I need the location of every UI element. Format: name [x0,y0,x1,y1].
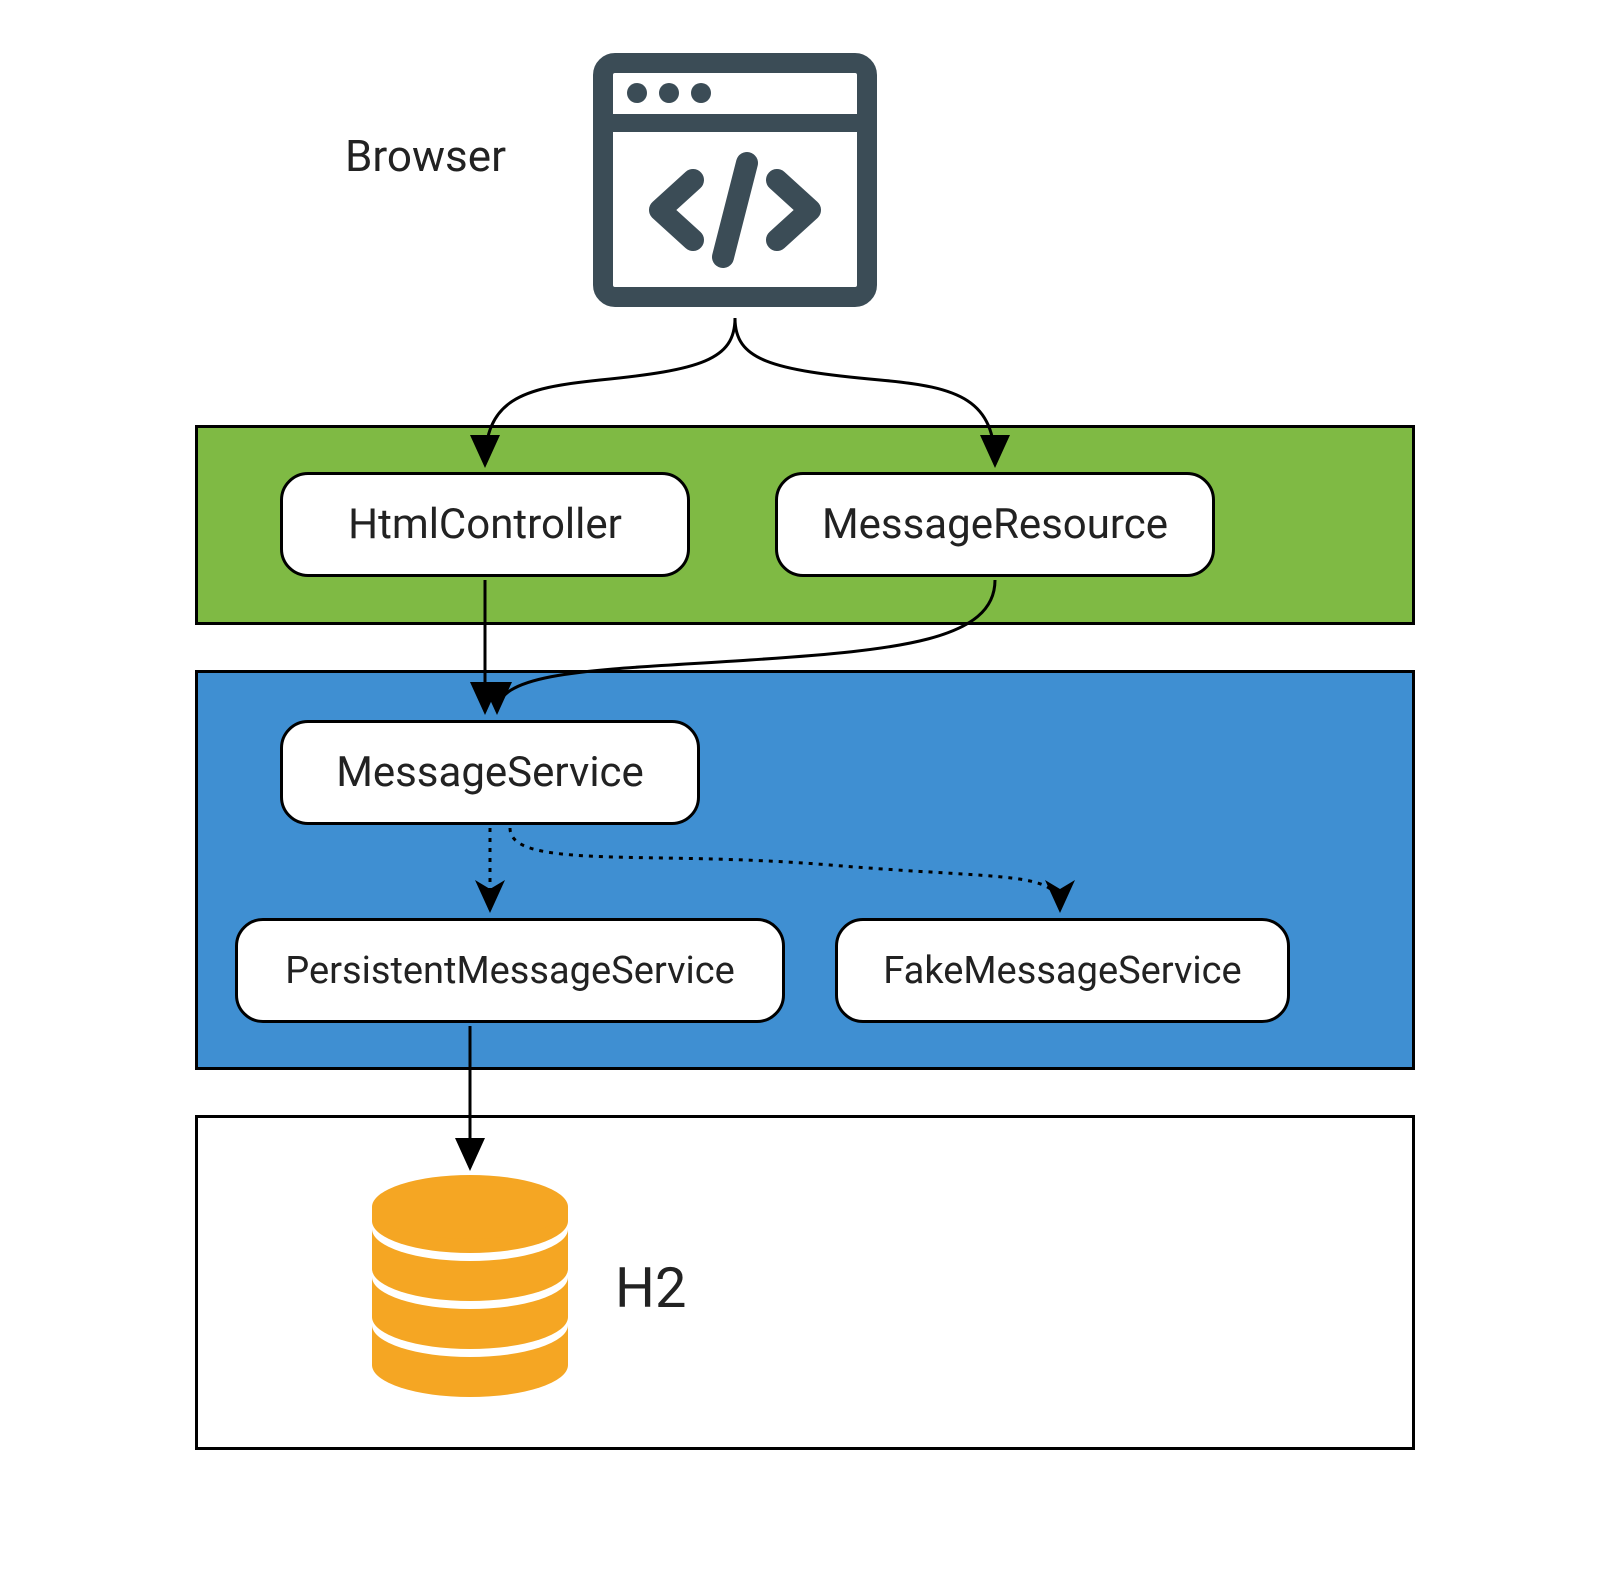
architecture-diagram: Browser HtmlController MessageResource M… [0,0,1600,1571]
database-icon [365,1175,575,1400]
database-label: H2 [615,1255,686,1321]
html-controller-box: HtmlController [280,472,690,577]
fake-message-service-box: FakeMessageService [835,918,1290,1023]
message-service-box: MessageService [280,720,700,825]
message-resource-box: MessageResource [775,472,1215,577]
browser-icon [585,45,885,315]
persistent-message-service-box: PersistentMessageService [235,918,785,1023]
browser-label: Browser [345,130,506,182]
